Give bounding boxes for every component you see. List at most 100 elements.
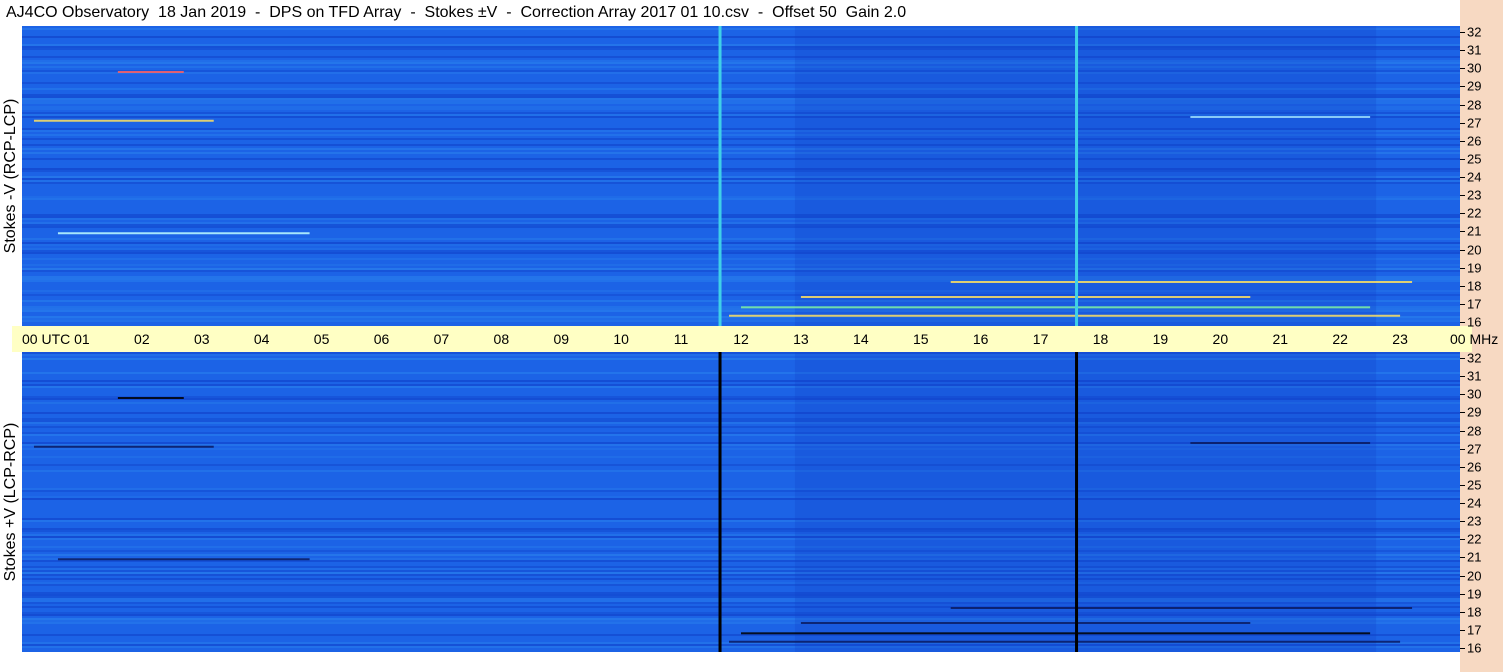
burst-streak bbox=[33, 119, 214, 122]
mhz-tick-label: 17 bbox=[1467, 622, 1482, 638]
top-ylabel-area: Stokes -V (RCP-LCP) bbox=[0, 26, 22, 326]
vertical-marker-line bbox=[718, 26, 722, 326]
burst-streak bbox=[57, 232, 310, 235]
spectrogram-bottom-svg bbox=[22, 352, 1460, 652]
spectrogram-bottom-panel bbox=[22, 352, 1460, 652]
bottom-panel-ylabel: Stokes +V (LCP-RCP) bbox=[2, 422, 19, 582]
time-tick-label: 13 bbox=[793, 331, 809, 347]
time-tick-label: 14 bbox=[853, 331, 869, 347]
spectrogram-top-svg bbox=[22, 26, 1460, 326]
mhz-tick-mark bbox=[1460, 267, 1465, 269]
time-tick-label: 10 bbox=[613, 331, 629, 347]
mhz-tick-label: 31 bbox=[1467, 42, 1482, 58]
mhz-tick-mark bbox=[1460, 521, 1465, 523]
time-tick-label: 07 bbox=[433, 331, 450, 347]
mhz-tick-mark bbox=[1460, 575, 1465, 577]
mhz-tick-mark bbox=[1460, 503, 1465, 504]
mhz-tick-label: 25 bbox=[1467, 477, 1482, 493]
burst-streak bbox=[729, 314, 1401, 317]
mhz-tick-label: 31 bbox=[1467, 368, 1482, 384]
time-tick-label: 17 bbox=[1032, 331, 1049, 347]
time-tick-label: 02 bbox=[134, 331, 150, 347]
burst-streak bbox=[741, 306, 1371, 309]
mhz-tick-label: 30 bbox=[1467, 60, 1482, 76]
vertical-marker-line bbox=[1075, 26, 1079, 326]
mhz-tick-mark bbox=[1460, 629, 1465, 631]
title-bar: AJ4CO Observatory 18 Jan 2019 - DPS on T… bbox=[0, 0, 1460, 26]
time-tick-label: 18 bbox=[1092, 331, 1109, 347]
mhz-tick-label: 28 bbox=[1467, 97, 1482, 112]
mhz-tick-mark bbox=[1460, 231, 1465, 233]
mhz-tick-label: 17 bbox=[1467, 296, 1482, 312]
mhz-tick-label: 29 bbox=[1467, 404, 1482, 420]
mhz-tick-label: 27 bbox=[1467, 115, 1482, 131]
mhz-tick-label: 21 bbox=[1467, 549, 1482, 565]
mhz-tick-label: 24 bbox=[1467, 495, 1482, 511]
time-tick-label: 12 bbox=[733, 331, 749, 347]
mhz-tick-label: 18 bbox=[1467, 604, 1482, 620]
mhz-tick-mark bbox=[1460, 611, 1465, 613]
mhz-tick-mark bbox=[1460, 466, 1465, 468]
time-tick-label: 00 MHz bbox=[1450, 331, 1499, 347]
burst-streak bbox=[1190, 442, 1371, 444]
mhz-tick-mark bbox=[1460, 122, 1465, 124]
burst-streak bbox=[57, 558, 310, 561]
mhz-tick-mark bbox=[1460, 249, 1465, 251]
mhz-tick-label: 27 bbox=[1467, 441, 1482, 457]
mhz-tick-mark bbox=[1460, 213, 1465, 215]
burst-streak bbox=[950, 281, 1413, 283]
mhz-tick-mark bbox=[1460, 539, 1465, 541]
time-tick-label: 15 bbox=[912, 331, 929, 347]
burst-streak bbox=[117, 71, 184, 73]
mhz-tick-label: 20 bbox=[1467, 242, 1482, 257]
burst-streak bbox=[33, 445, 214, 448]
mhz-tick-mark bbox=[1460, 448, 1465, 450]
mhz-tick-mark bbox=[1460, 195, 1465, 197]
time-tick-label: 05 bbox=[313, 331, 330, 347]
time-tick-label: 20 bbox=[1212, 331, 1229, 347]
time-axis: 00 UTC 01 02 03 04 05 06 07 08 09 10 11 12 13 14 15 16 17… bbox=[12, 326, 1498, 352]
bottom-strip bbox=[0, 652, 1460, 672]
vertical-marker-line bbox=[1075, 352, 1079, 652]
time-tick-label: 11 bbox=[673, 331, 689, 347]
burst-streak bbox=[117, 397, 184, 399]
mhz-tick-mark bbox=[1460, 104, 1465, 106]
mhz-tick-mark bbox=[1460, 86, 1465, 88]
mhz-tick-mark bbox=[1460, 412, 1465, 414]
mhz-tick-label: 16 bbox=[1467, 314, 1482, 330]
mhz-tick-mark bbox=[1460, 430, 1465, 432]
time-tick-label: 04 bbox=[253, 331, 270, 347]
time-tick-label: 09 bbox=[553, 331, 570, 347]
mhz-tick-mark bbox=[1460, 376, 1465, 378]
mhz-tick-mark bbox=[1460, 358, 1465, 359]
mhz-tick-label: 19 bbox=[1467, 586, 1482, 602]
mhz-tick-mark bbox=[1460, 140, 1465, 142]
mhz-tick-label: 24 bbox=[1467, 169, 1482, 185]
mhz-tick-mark bbox=[1460, 285, 1465, 287]
time-tick-label: 22 bbox=[1332, 331, 1348, 347]
mhz-tick-label: 20 bbox=[1467, 568, 1482, 583]
time-tick-label: 00 UTC bbox=[22, 331, 71, 347]
mhz-tick-mark bbox=[1460, 322, 1465, 323]
mhz-tick-mark bbox=[1460, 32, 1465, 33]
mhz-tick-mark bbox=[1460, 557, 1465, 559]
time-tick-label: 23 bbox=[1392, 331, 1408, 347]
time-tick-label: 16 bbox=[972, 331, 989, 347]
mhz-tick-mark bbox=[1460, 648, 1465, 649]
mhz-tick-label: 32 bbox=[1467, 24, 1482, 40]
mhz-tick-mark bbox=[1460, 303, 1465, 305]
mhz-tick-mark bbox=[1460, 593, 1465, 595]
time-tick-label: 21 bbox=[1272, 331, 1289, 347]
mhz-tick-label: 23 bbox=[1467, 187, 1482, 203]
mhz-tick-label: 23 bbox=[1467, 513, 1482, 529]
bottom-ylabel-area: Stokes +V (LCP-RCP) bbox=[0, 352, 22, 652]
mhz-tick-mark bbox=[1460, 158, 1465, 160]
mhz-tick-mark bbox=[1460, 177, 1465, 178]
time-tick-label: 08 bbox=[493, 331, 510, 347]
mhz-tick-label: 22 bbox=[1467, 205, 1482, 221]
mhz-tick-mark bbox=[1460, 484, 1465, 486]
mhz-tick-mark bbox=[1460, 394, 1465, 396]
burst-streak bbox=[800, 622, 1251, 624]
mhz-tick-label: 26 bbox=[1467, 133, 1482, 149]
time-tick-label: 19 bbox=[1152, 331, 1169, 347]
